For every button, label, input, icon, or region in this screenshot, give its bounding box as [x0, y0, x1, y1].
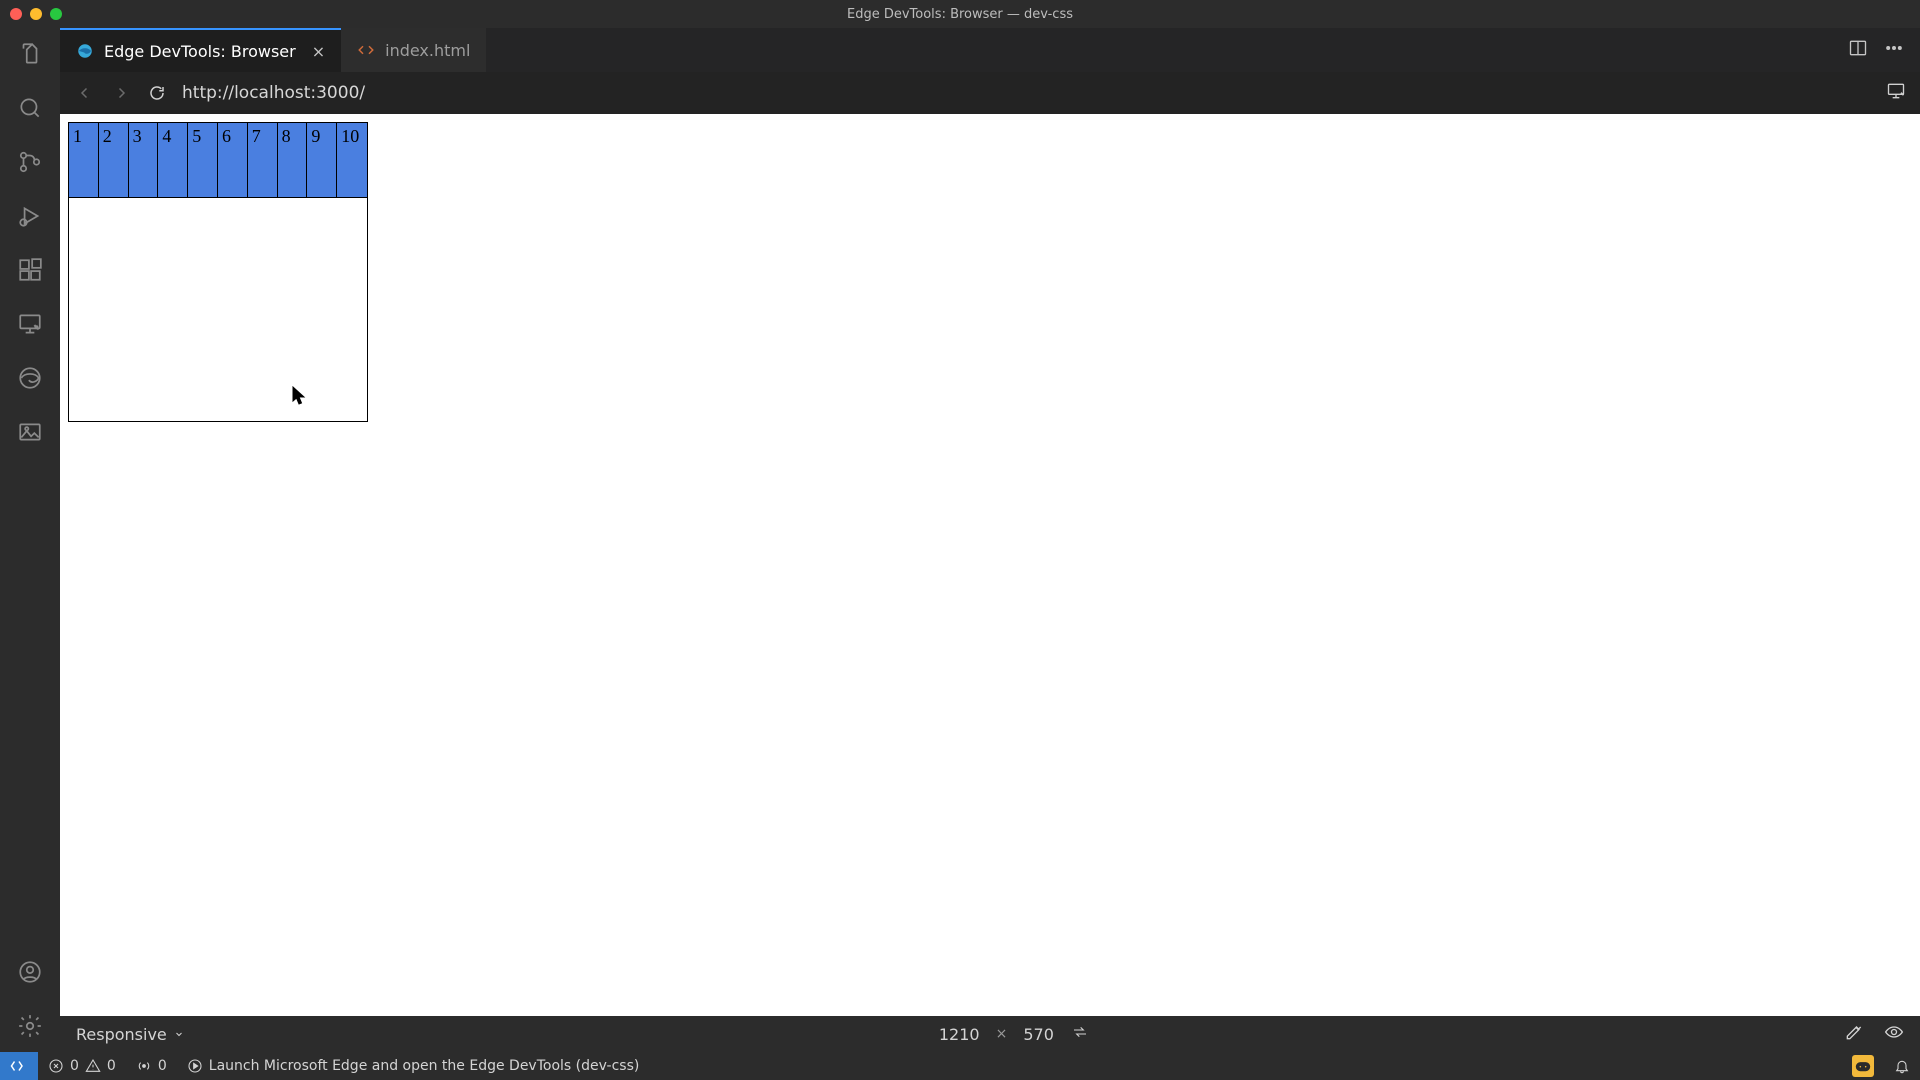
rotate-viewport-button[interactable]: [1070, 1024, 1090, 1044]
browser-viewport[interactable]: 1 2 3 4 5 6 7 8 9 10: [60, 114, 1920, 1016]
error-count: 0: [70, 1058, 79, 1074]
copilot-icon: [1852, 1055, 1874, 1077]
tab-actions: [1848, 28, 1920, 72]
reload-button[interactable]: [146, 82, 168, 104]
search-icon[interactable]: [16, 94, 44, 122]
settings-gear-icon[interactable]: [16, 1012, 44, 1040]
emulate-vision-icon[interactable]: [1884, 1022, 1904, 1046]
forward-button[interactable]: [110, 82, 132, 104]
cell-8: 8: [278, 123, 308, 197]
launch-task[interactable]: Launch Microsoft Edge and open the Edge …: [177, 1058, 650, 1074]
window-zoom-button[interactable]: [50, 8, 62, 20]
ports-count: 0: [158, 1058, 167, 1074]
responsive-mode-label: Responsive: [76, 1025, 167, 1044]
window-minimize-button[interactable]: [30, 8, 42, 20]
extensions-icon[interactable]: [16, 256, 44, 284]
cell-5: 5: [188, 123, 218, 197]
warning-count: 0: [107, 1058, 116, 1074]
editor-column: Edge DevTools: Browser × index.html: [60, 28, 1920, 1052]
activity-bar: [0, 28, 60, 1052]
edge-tools-icon[interactable]: [16, 364, 44, 392]
remote-indicator[interactable]: [0, 1052, 38, 1080]
open-devtools-button[interactable]: [1886, 81, 1906, 106]
bell-icon: [1894, 1058, 1910, 1074]
edge-icon: [76, 42, 94, 60]
cell-2: 2: [99, 123, 129, 197]
main-area: Edge DevTools: Browser × index.html: [0, 28, 1920, 1052]
window-title: Edge DevTools: Browser — dev-css: [847, 7, 1073, 22]
problems-indicator[interactable]: 0 0: [38, 1058, 126, 1074]
ports-indicator[interactable]: 0: [126, 1058, 177, 1074]
number-row: 1 2 3 4 5 6 7 8 9 10: [69, 123, 367, 198]
viewport-height[interactable]: 570: [1023, 1025, 1054, 1044]
cell-1: 1: [69, 123, 99, 197]
cell-3: 3: [129, 123, 159, 197]
cell-4: 4: [158, 123, 188, 197]
notifications-button[interactable]: [1884, 1058, 1920, 1074]
accounts-icon[interactable]: [16, 958, 44, 986]
copilot-status[interactable]: [1842, 1055, 1884, 1077]
warning-icon: [85, 1058, 101, 1074]
broadcast-icon: [136, 1058, 152, 1074]
dimension-separator: ×: [996, 1026, 1008, 1042]
tab-edge-devtools-browser[interactable]: Edge DevTools: Browser ×: [60, 28, 341, 72]
titlebar: Edge DevTools: Browser — dev-css: [0, 0, 1920, 28]
cell-7: 7: [248, 123, 278, 197]
responsive-mode-dropdown[interactable]: Responsive: [76, 1025, 185, 1044]
address-bar[interactable]: http://localhost:3000/: [182, 83, 1872, 103]
tab-label: Edge DevTools: Browser: [104, 42, 296, 61]
mouse-cursor-icon: [292, 386, 306, 406]
traffic-lights: [0, 8, 62, 20]
cell-10: 10: [337, 123, 367, 197]
more-actions-icon[interactable]: [1884, 38, 1904, 62]
chevron-down-icon: [173, 1028, 185, 1040]
back-button[interactable]: [74, 82, 96, 104]
remote-explorer-icon[interactable]: [16, 310, 44, 338]
error-icon: [48, 1058, 64, 1074]
launch-label: Launch Microsoft Edge and open the Edge …: [209, 1058, 640, 1074]
run-debug-icon[interactable]: [16, 202, 44, 230]
viewport-dimensions: 1210 × 570: [939, 1024, 1090, 1044]
html-file-icon: [357, 41, 375, 59]
tab-index-html[interactable]: index.html: [341, 28, 486, 72]
explorer-icon[interactable]: [16, 40, 44, 68]
screencast-edit-icon[interactable]: [1844, 1022, 1864, 1046]
tab-bar: Edge DevTools: Browser × index.html: [60, 28, 1920, 72]
window-close-button[interactable]: [10, 8, 22, 20]
tab-close-icon[interactable]: ×: [312, 42, 325, 61]
split-editor-icon[interactable]: [1848, 38, 1868, 62]
debug-launch-icon: [187, 1058, 203, 1074]
source-control-icon[interactable]: [16, 148, 44, 176]
image-icon[interactable]: [16, 418, 44, 446]
cell-9: 9: [307, 123, 337, 197]
page-content-box: 1 2 3 4 5 6 7 8 9 10: [68, 122, 368, 422]
cell-6: 6: [218, 123, 248, 197]
tab-label: index.html: [385, 41, 470, 60]
device-toolbar: Responsive 1210 × 570: [60, 1016, 1920, 1052]
browser-toolbar: http://localhost:3000/: [60, 72, 1920, 114]
viewport-width[interactable]: 1210: [939, 1025, 980, 1044]
status-bar: 0 0 0 Launch Microsoft Edge and open the…: [0, 1052, 1920, 1080]
